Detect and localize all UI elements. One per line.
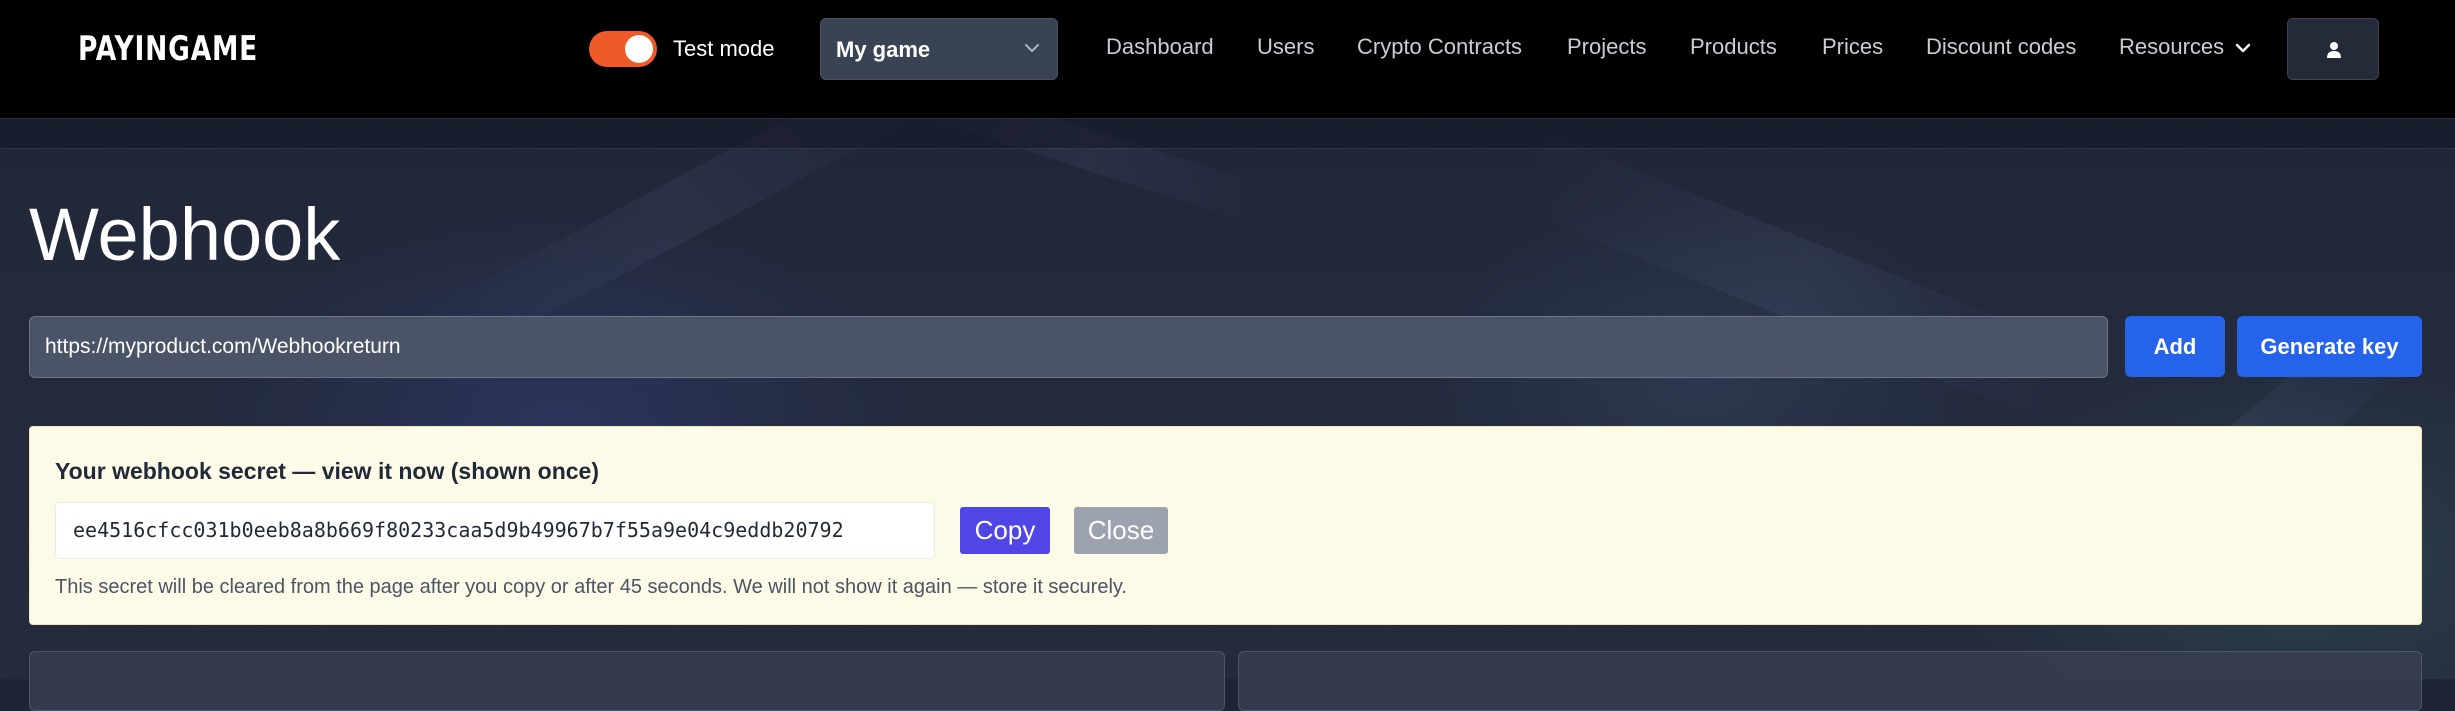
top-navbar: PAYINGAME Test mode My game Dashboard Us… bbox=[0, 0, 2455, 119]
chevron-down-icon[interactable] bbox=[2234, 39, 2252, 57]
nav-link-users[interactable]: Users bbox=[1257, 34, 1314, 60]
background-decoration bbox=[1506, 130, 2094, 430]
generate-key-button[interactable]: Generate key bbox=[2237, 316, 2422, 377]
chevron-down-icon bbox=[1025, 44, 1039, 52]
page-title: Webhook bbox=[29, 193, 341, 276]
nav-link-products[interactable]: Products bbox=[1690, 34, 1777, 60]
nav-link-discount-codes[interactable]: Discount codes bbox=[1926, 34, 2076, 60]
copy-button[interactable]: Copy bbox=[960, 507, 1050, 554]
content-card-right bbox=[1238, 651, 2422, 711]
nav-link-crypto-contracts[interactable]: Crypto Contracts bbox=[1357, 34, 1522, 60]
toggle-knob bbox=[625, 35, 653, 63]
test-mode-toggle[interactable] bbox=[589, 31, 657, 67]
nav-link-prices[interactable]: Prices bbox=[1822, 34, 1883, 60]
game-select[interactable]: My game bbox=[820, 18, 1058, 80]
content-card-left bbox=[29, 651, 1225, 711]
game-select-value: My game bbox=[836, 37, 931, 62]
secret-heading: Your webhook secret — view it now (shown… bbox=[55, 458, 599, 484]
test-mode-label: Test mode bbox=[673, 36, 775, 61]
webhook-url-input[interactable] bbox=[29, 316, 2108, 378]
secret-note: This secret will be cleared from the pag… bbox=[55, 576, 1127, 598]
nav-link-dashboard[interactable]: Dashboard bbox=[1106, 34, 1214, 60]
subheader-band bbox=[0, 119, 2455, 149]
nav-link-projects[interactable]: Projects bbox=[1567, 34, 1646, 60]
secret-value[interactable]: ee4516cfcc031b0eeb8a8b669f80233caa5d9b49… bbox=[55, 502, 935, 559]
close-button[interactable]: Close bbox=[1074, 507, 1168, 554]
user-icon bbox=[2327, 42, 2341, 58]
add-button[interactable]: Add bbox=[2125, 316, 2225, 377]
nav-link-resources[interactable]: Resources bbox=[2119, 34, 2224, 60]
brand-logo[interactable]: PAYINGAME bbox=[78, 29, 258, 69]
webhook-secret-panel: Your webhook secret — view it now (shown… bbox=[29, 426, 2422, 625]
user-menu-button[interactable] bbox=[2287, 18, 2379, 80]
